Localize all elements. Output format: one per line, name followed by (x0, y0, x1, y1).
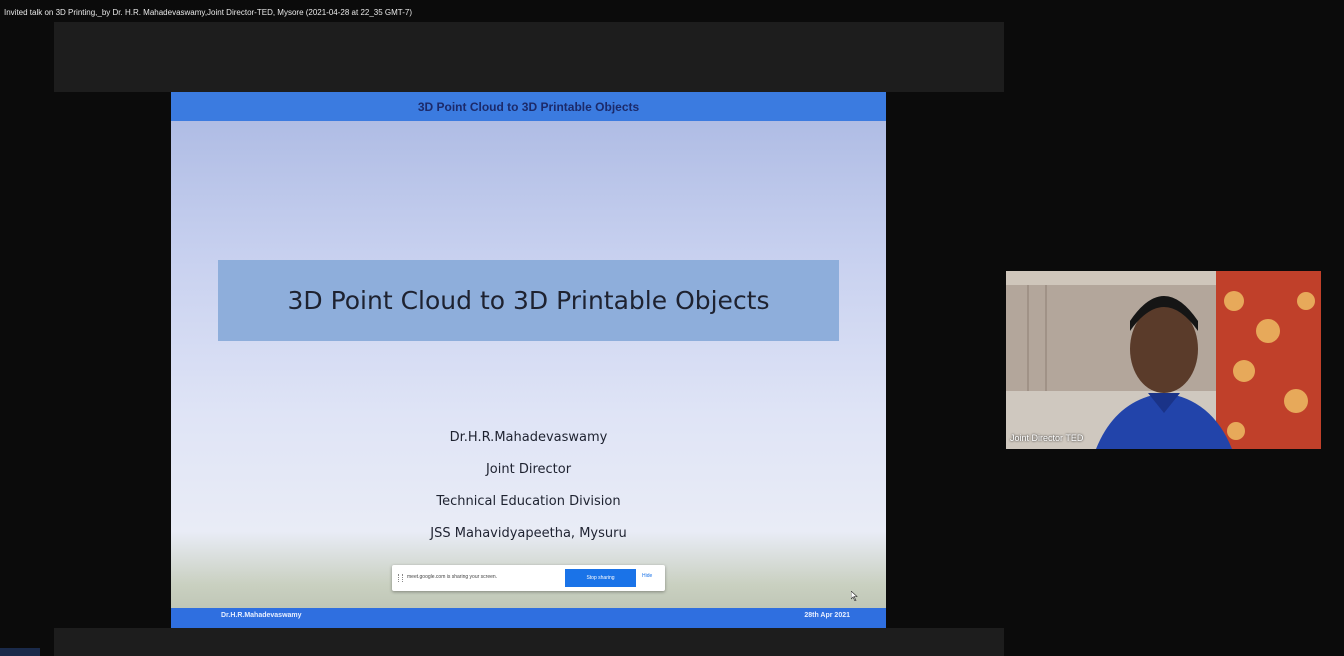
slide-footer-date: 28th Apr 2021 (804, 612, 850, 619)
meeting-screen: Invited talk on 3D Printing,_by Dr. H.R.… (0, 0, 1344, 656)
slide-footer: Dr.H.R.Mahadevaswamy 28th Apr 2021 (171, 608, 886, 628)
author-institution: JSS Mahavidyapeetha, Mysuru (430, 526, 627, 541)
recording-title: Invited talk on 3D Printing,_by Dr. H.R.… (4, 8, 413, 17)
author-designation: Joint Director (485, 462, 572, 477)
video-letterbox-bottom (54, 628, 1004, 656)
video-letterbox-top (54, 22, 1004, 92)
screen-sharing-bar: meet.google.com is sharing your screen. … (392, 565, 665, 591)
slide-header: 3D Point Cloud to 3D Printable Objects (171, 92, 886, 121)
author-division: Technical Education Division (436, 494, 621, 509)
slide-footer-author: Dr.H.R.Mahadevaswamy (221, 612, 302, 619)
participant-video-tile[interactable]: Joint Director TED (1006, 271, 1321, 449)
presentation-slide: 3D Point Cloud to 3D Printable Objects 3… (171, 92, 886, 628)
participant-video-frame (1006, 271, 1321, 449)
hide-button[interactable]: Hide (642, 573, 652, 579)
stop-sharing-button[interactable]: Stop sharing (565, 569, 636, 587)
taskbar-fragment (0, 648, 40, 656)
participant-name: Joint Director TED (1010, 433, 1084, 443)
slide-author-block: Dr.H.R.Mahadevaswamy Joint Director Tech… (351, 425, 706, 553)
slide-header-text: 3D Point Cloud to 3D Printable Objects (417, 99, 640, 114)
slide-title: 3D Point Cloud to 3D Printable Objects (287, 286, 770, 315)
mouse-cursor-icon (851, 591, 858, 601)
sharing-message: meet.google.com is sharing your screen. (407, 574, 498, 580)
drag-handle-icon[interactable] (398, 574, 403, 582)
author-name: Dr.H.R.Mahadevaswamy (449, 430, 608, 445)
slide-title-box: 3D Point Cloud to 3D Printable Objects (218, 260, 839, 341)
